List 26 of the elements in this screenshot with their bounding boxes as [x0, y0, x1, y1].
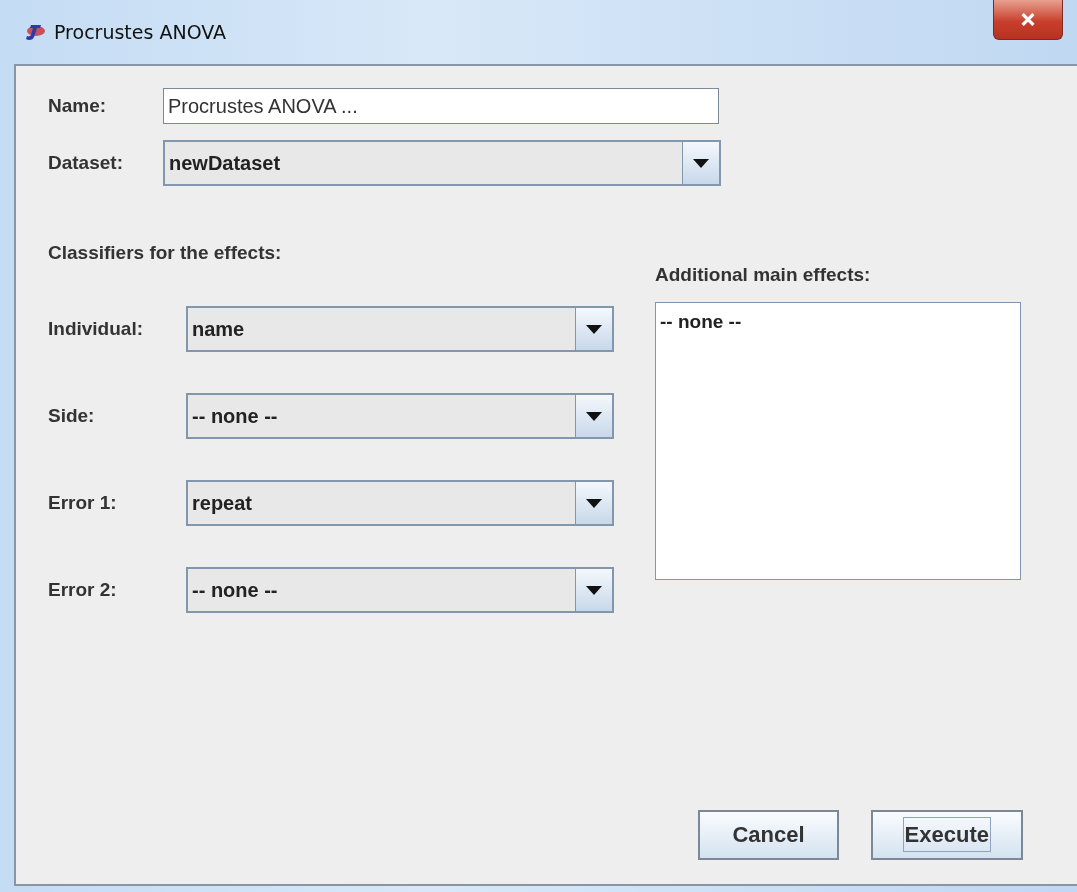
list-item[interactable]: -- none --	[660, 311, 742, 333]
caret-icon	[586, 324, 602, 334]
window-title: Procrustes ANOVA	[54, 21, 227, 43]
name-field[interactable]: Procrustes ANOVA ...	[163, 88, 719, 124]
close-icon	[1020, 13, 1036, 26]
effects-list[interactable]: -- none --	[655, 302, 1021, 580]
classifier-label: Side:	[48, 405, 96, 427]
dialog-button[interactable]: Execute	[870, 810, 1023, 860]
dialog-button[interactable]: Cancel	[698, 810, 839, 860]
list-label: Additional main effects:	[655, 264, 872, 286]
section-heading: Classifiers for the effects:	[48, 242, 283, 264]
caret-icon	[586, 498, 602, 508]
close-button[interactable]	[993, 0, 1063, 40]
dataset-label: Dataset:	[48, 152, 124, 174]
caret-icon	[586, 585, 602, 595]
classifier-label: Individual:	[48, 318, 144, 340]
caret-icon	[693, 158, 709, 168]
caret-icon	[586, 411, 602, 421]
classifier-label: Error 2:	[48, 579, 118, 601]
dataset-dropdown[interactable]: newDataset	[163, 140, 721, 186]
classifier-dropdown[interactable]: -- none --	[186, 393, 614, 439]
classifier-dropdown[interactable]: repeat	[186, 480, 614, 526]
classifier-dropdown[interactable]: -- none --	[186, 567, 614, 613]
classifier-label: Error 1:	[48, 492, 118, 514]
classifier-dropdown[interactable]: name	[186, 306, 614, 352]
name-label: Name:	[48, 95, 108, 117]
